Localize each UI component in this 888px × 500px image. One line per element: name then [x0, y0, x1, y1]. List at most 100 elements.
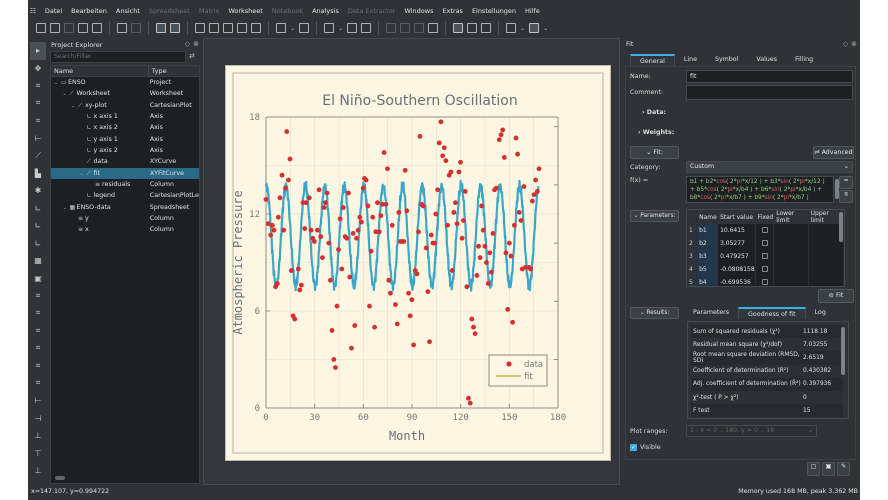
menu-extras[interactable]: Extras	[442, 7, 463, 15]
pan-mode-icon[interactable]	[467, 23, 478, 33]
new-file-icon[interactable]: ▢	[807, 462, 820, 476]
param-start-value[interactable]: 10.6415	[717, 224, 756, 237]
axis-icon[interactable]: ∟	[30, 200, 46, 218]
app-menu-icon[interactable]: ☷	[30, 7, 36, 15]
shift-left-icon[interactable]: ⊢	[30, 392, 46, 410]
plot-type-icon[interactable]	[324, 23, 335, 33]
param-lower-limit[interactable]	[773, 237, 809, 250]
zoom-y-icon[interactable]: ⌗	[30, 112, 46, 130]
select-mode-icon[interactable]	[453, 23, 464, 33]
menu-ansicht[interactable]: Ansicht	[116, 7, 140, 15]
save-as-icon[interactable]: ✎	[837, 462, 850, 476]
add-icon[interactable]	[299, 23, 310, 33]
layout-1-icon[interactable]	[156, 23, 166, 33]
param-upper-limit[interactable]	[808, 250, 844, 263]
advanced-button[interactable]: ⇌ Advanced	[813, 146, 854, 159]
chevron-down-icon[interactable]: ⌄	[54, 78, 61, 88]
fit-section-toggle[interactable]: ⌄ Fit:	[630, 146, 679, 159]
zoom-mode-icon[interactable]	[481, 23, 492, 33]
column-header-type[interactable]: Type	[147, 66, 199, 76]
run-fit-button[interactable]: ⊘ Fit	[818, 289, 854, 303]
new-plot-icon[interactable]	[276, 23, 286, 33]
param-name[interactable]: b1	[696, 224, 719, 237]
zoom-out-icon[interactable]: ⌗	[30, 305, 46, 323]
chevron-down-icon[interactable]: ⌄	[80, 169, 87, 179]
zoom-x-icon[interactable]: ⌗	[30, 95, 46, 113]
comment-input[interactable]	[686, 85, 853, 100]
zoom-out-y-icon[interactable]: ⌗	[30, 375, 46, 393]
tree-item-x-axis-1[interactable]: ∟ x axis 1 Axis	[51, 111, 199, 122]
tab-symbol[interactable]: Symbol	[706, 54, 747, 66]
zoom-out-x-icon[interactable]: ⌗	[30, 340, 46, 358]
filter-options-icon[interactable]: ⇄	[189, 52, 195, 60]
scale-icon[interactable]	[506, 23, 517, 33]
visible-checkbox[interactable]: ✓	[630, 444, 637, 451]
column-header-name[interactable]: Name	[51, 66, 148, 76]
zoom-in-icon[interactable]: ⌗	[30, 287, 46, 305]
close-icon[interactable]: ⊗	[851, 40, 857, 48]
parameters-section-toggle[interactable]: ⌄ Parameters:	[630, 210, 679, 222]
export-icon[interactable]	[92, 23, 102, 33]
layout-2-icon[interactable]	[170, 23, 180, 33]
param-lower-limit[interactable]	[773, 250, 809, 263]
param-start-value[interactable]: 0.479257	[717, 250, 756, 263]
tree-item-y-axis-1[interactable]: ∟ y axis 1 Axis	[51, 134, 199, 145]
chevron-down-icon[interactable]: ⌄	[71, 101, 78, 111]
zoom-select-icon[interactable]	[529, 23, 540, 33]
crosshair-icon[interactable]: ✥	[30, 60, 46, 78]
chevron-down-icon[interactable]: ⌄	[338, 25, 343, 32]
save-icon[interactable]: ▣	[822, 462, 835, 476]
menu-bearbeiten[interactable]: Bearbeiten	[71, 7, 107, 15]
redo-icon[interactable]	[131, 23, 141, 33]
search-input[interactable]: Search/Filter	[50, 51, 186, 63]
spreadsheet-icon[interactable]	[195, 23, 205, 33]
axis-x-icon[interactable]: ∟	[30, 217, 46, 235]
chevron-down-icon[interactable]: ⌄	[63, 89, 70, 99]
menu-hilfe[interactable]: Hilfe	[525, 7, 540, 15]
param-start-value[interactable]: 3.05277	[717, 237, 756, 250]
tree-item-x[interactable]: ≡ x Column	[51, 224, 199, 235]
tree-item-x-axis-2[interactable]: ∟ x axis 2 Axis	[51, 122, 199, 133]
shift-down-icon[interactable]: ⊤	[30, 445, 46, 463]
horizontal-scrollbar[interactable]	[55, 476, 65, 480]
menu-einstellungen[interactable]: Einstellungen	[472, 7, 516, 15]
break-layout-icon[interactable]	[428, 23, 439, 33]
menu-worksheet[interactable]: Worksheet	[228, 7, 263, 15]
tab-general[interactable]: General	[630, 54, 675, 66]
float-icon[interactable]: ◇	[185, 40, 190, 48]
param-lower-limit[interactable]	[773, 276, 809, 286]
layout-h-icon[interactable]	[386, 23, 397, 33]
menu-notebook[interactable]: Notebook	[272, 7, 303, 15]
chevron-down-icon[interactable]: ⌄	[290, 25, 295, 32]
curve-icon[interactable]: ⟋	[30, 147, 46, 165]
data-extractor-icon[interactable]	[237, 23, 247, 33]
param-header-fixed[interactable]: Fixed	[755, 210, 775, 224]
param-name[interactable]: b4	[696, 276, 719, 286]
import-icon[interactable]	[251, 23, 261, 33]
matrix-icon[interactable]	[209, 23, 219, 33]
text-icon[interactable]	[347, 23, 358, 33]
chevron-down-icon[interactable]: ⌄	[520, 25, 525, 32]
menu-datei[interactable]: Datei	[45, 7, 62, 15]
layout-v-icon[interactable]	[400, 23, 411, 33]
save-icon[interactable]	[64, 23, 74, 33]
shift-icon[interactable]: ⊥	[30, 462, 46, 480]
param-header-start-value[interactable]: Start value	[717, 210, 756, 224]
new-file-icon[interactable]	[36, 23, 46, 33]
plot-ranges-select[interactable]: 1 : x = 0 .. 180, y = 0 .. 18 ⌄	[686, 425, 817, 437]
tree-item-enso-data[interactable]: ⌄ ▦ENSO-data Spreadsheet	[51, 202, 199, 213]
param-name[interactable]: b3	[696, 250, 719, 263]
tree-item-worksheet[interactable]: ⌄ ⟋ Worksheet Worksheet	[51, 88, 199, 99]
param-fixed-checkbox[interactable]	[762, 265, 769, 272]
param-fixed-checkbox[interactable]	[762, 226, 769, 233]
param-lower-limit[interactable]	[773, 263, 809, 276]
functions-button[interactable]: π	[839, 190, 853, 203]
menu-data-extractor[interactable]: Data Extractor	[348, 7, 396, 15]
new-project-icon[interactable]	[50, 23, 60, 33]
tab-line[interactable]: Line	[675, 54, 706, 66]
chevron-down-icon[interactable]: ⌄	[543, 25, 548, 32]
param-lower-limit[interactable]	[773, 224, 809, 237]
weights-section-toggle[interactable]: › Weights:	[638, 129, 674, 136]
param-fixed-checkbox[interactable]	[762, 239, 769, 246]
image-icon[interactable]: ▣	[30, 270, 46, 288]
